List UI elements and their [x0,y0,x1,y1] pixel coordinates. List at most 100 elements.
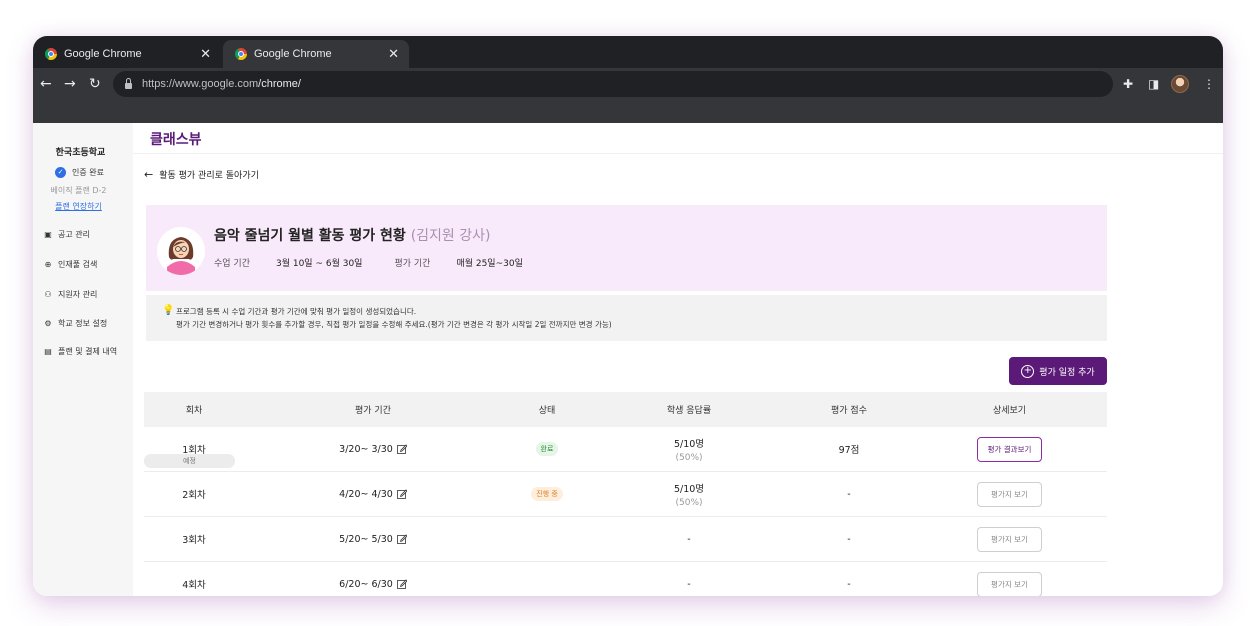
score-cell: - [847,533,851,545]
table-row: 4회차 6/20~ 6/30 예정 - - 평가지 보기 [144,454,1107,596]
evaluation-table: 회차 평가 기간 상태 학생 응답률 평가 점수 상세보기 1회차 3/20~ … [144,392,1107,596]
response-percent: (50%) [675,452,703,463]
school-name: 한국초등학교 [55,148,106,158]
sidebar-item-label: 지원자 관리 [58,290,98,299]
period-text: 5/20~ 5/30 [339,533,393,545]
plus-circle-icon: + [1021,364,1035,378]
view-sheet-button[interactable]: 평가지 보기 [977,481,1042,507]
banner-title: 음악 줄넘기 월별 활동 평가 현황 (김지원 강사) [214,225,490,245]
profile-avatar[interactable] [1171,75,1189,93]
extend-plan-link[interactable]: 플랜 연장하기 [33,201,124,212]
app-header: 클래스뷰 [133,123,1223,154]
edit-icon[interactable] [396,489,407,499]
url-host: https://www.google.com [142,78,259,90]
detail-cell: 평가지 보기 [912,571,1107,596]
program-title: 음악 줄넘기 월별 활동 평가 현황 [214,228,406,244]
more-menu-icon[interactable]: ⋮ [1203,76,1215,92]
app-content: 한국초등학교 ✓ 인증 완료 베이직 플랜 D-2 플랜 연장하기 ▣ 공고 관… [33,123,1223,596]
header-response-rate: 학생 응답률 [666,406,712,416]
notice-box: 💡 프로그램 등록 시 수업 기간과 평가 기간에 맞춰 평가 일정이 생성되었… [146,295,1107,341]
period-cell: 4/20~ 4/30 [244,489,502,500]
back-arrow-icon: ← [144,168,154,181]
status-badge: 완료 [535,442,559,456]
round-cell: 3회차 [182,535,206,546]
reload-icon[interactable]: ↻ [89,75,101,93]
browser-toolbar: ← → ↻ https://www.google.com/chrome/ ✚ ◨… [33,68,1223,100]
response-count: - [687,533,691,545]
back-arrow-icon[interactable]: ← [40,75,52,93]
period-text: 3/20~ 3/30 [339,443,393,455]
side-panel-icon[interactable]: ◨ [1148,76,1159,92]
view-result-button[interactable]: 평가 결과보기 [977,436,1042,462]
round-cell: 2회차 [182,490,206,501]
edit-icon[interactable] [396,579,407,589]
view-sheet-button[interactable]: 평가지 보기 [977,571,1042,596]
chrome-logo-icon [235,48,247,60]
sidebar-item-talent-search[interactable]: ⊕ 인재풀 검색 [43,259,98,270]
verified-label: 인증 완료 [72,168,104,177]
score-cell: 97점 [838,445,860,456]
sidebar-item-label: 공고 관리 [58,230,90,239]
detail-cell: 평가지 보기 [912,481,1107,507]
back-link[interactable]: ← 활동 평가 관리로 돌아가기 [144,168,259,181]
browser-tab-1[interactable]: Google Chrome ✕ [33,40,221,68]
header-status: 상태 [538,406,556,416]
lock-icon [125,77,132,89]
status-cell: 진행 중 [502,487,592,501]
response-count: 5/10명 [673,438,705,450]
period-cell: 3/20~ 3/30 [244,444,502,455]
search-icon: ⊕ [44,260,52,269]
add-schedule-label: 평가 일정 추가 [1039,367,1095,378]
round-cell: 4회차 [182,580,206,591]
header-period: 평가 기간 [355,406,391,416]
url-path: /chrome/ [258,78,301,90]
edit-icon[interactable] [396,444,407,454]
status-cell: 완료 [502,442,592,456]
page: Google Chrome ✕ Google Chrome ✕ ← → ↻ ht… [0,0,1256,626]
response-cell: 5/10명 (50%) [592,481,786,508]
sidebar-item-label: 학교 정보 설정 [58,319,108,328]
check-icon: ✓ [55,167,66,178]
sidebar-item-label: 인재풀 검색 [58,260,98,269]
add-schedule-button[interactable]: + 평가 일정 추가 [1009,357,1107,385]
url-text: https://www.google.com/chrome/ [142,78,301,90]
view-sheet-button[interactable]: 평가지 보기 [977,526,1042,552]
sidebar-item-school-settings[interactable]: ⚙ 학교 정보 설정 [43,318,107,329]
address-bar[interactable]: https://www.google.com/chrome/ [113,71,1113,97]
status-badge: 진행 중 [531,487,563,501]
period-text: 4/20~ 4/30 [339,488,393,500]
gear-icon: ⚙ [44,319,52,328]
response-cell: - [592,579,786,590]
extensions-icon[interactable]: ✚ [1123,76,1133,92]
plan-status: 베이직 플랜 D-2 [50,186,107,195]
tab-title: Google Chrome [64,48,142,60]
tab-strip: Google Chrome ✕ Google Chrome ✕ [33,36,1223,68]
close-tab-icon[interactable]: ✕ [388,46,399,62]
edit-icon[interactable] [396,534,407,544]
users-icon: ⚇ [44,290,52,299]
lightbulb-icon: 💡 [162,305,175,316]
period-cell: 6/20~ 6/30 [244,579,502,590]
period-cell: 5/20~ 5/30 [244,534,502,545]
verified-badge: ✓ 인증 완료 [55,167,104,178]
class-period-value: 3월 10일 ~ 6월 30일 [275,259,363,269]
table-row: 2회차 4/20~ 4/30 진행 중 5/10명 (50%) - 평가지 보기 [144,472,1107,517]
browser-tab-2[interactable]: Google Chrome ✕ [223,40,409,68]
score-cell: - [847,488,851,500]
teacher-avatar [157,227,205,275]
status-badge: 예정 [144,454,235,468]
detail-cell: 평가 결과보기 [912,436,1107,462]
posting-icon: ▣ [44,230,52,239]
eval-period-value: 매월 25일~30일 [456,259,523,269]
response-cell: 5/10명 (50%) [592,436,786,463]
forward-arrow-icon[interactable]: → [64,75,76,93]
notice-line-2: 평가 기간 변경하거나 평가 횟수를 추가할 경우, 직접 평가 일정을 수정해… [176,320,612,329]
sidebar-item-billing[interactable]: ▤ 플랜 및 결제 내역 [43,346,117,357]
response-count: 5/10명 [673,483,705,495]
sidebar-item-applicants[interactable]: ⚇ 지원자 관리 [43,289,97,300]
class-period-label: 수업 기간 [214,259,250,269]
close-tab-icon[interactable]: ✕ [200,46,211,62]
response-percent: (50%) [675,497,703,508]
brand-logo[interactable]: 클래스뷰 [150,129,202,149]
sidebar-item-job-posting[interactable]: ▣ 공고 관리 [43,229,90,240]
